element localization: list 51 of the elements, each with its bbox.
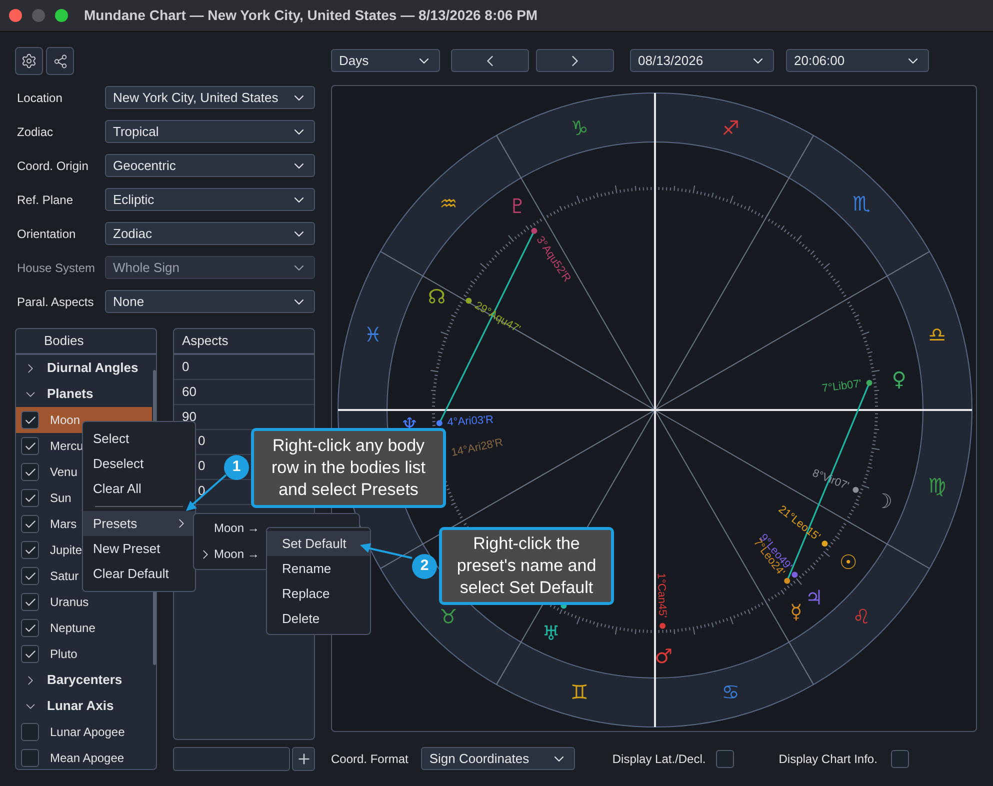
zodiac-sign-glyph: ♐ [722, 116, 740, 140]
zodiac-sign-glyph: ♎ [928, 322, 946, 346]
body-name: Satur [50, 568, 79, 585]
field-label: Ref. Plane [16, 192, 74, 208]
zodiac-sign-glyph: ♑ [570, 116, 588, 140]
body-name: Mars [50, 516, 77, 533]
field-label: Display Lat./Decl. [612, 750, 706, 768]
body-name: Lunar Apogee [50, 724, 125, 741]
zodiac-sign-glyph: ♋ [722, 680, 740, 704]
position-label: 4°Ari03'R [447, 414, 494, 429]
zodiac-sign-glyph: ♉ [440, 604, 458, 628]
position-label: 14°Ari28'R [450, 436, 504, 460]
body-name: Pluto [50, 646, 78, 663]
planet-glyph: ☊ [428, 284, 446, 308]
column-header: Bodies [16, 329, 156, 355]
field-label: Orientation [16, 226, 76, 242]
zodiac-sign-glyph: ♌ [852, 604, 870, 628]
zodiac-sign-glyph: ♓ [364, 322, 382, 346]
position-label: 7°Lib07' [821, 378, 862, 395]
planet-glyph: ☉ [839, 550, 858, 574]
callout: Right-click any body row in the bodies list and select Presets [251, 428, 446, 508]
window-title: Mundane Chart — New York City, United States — 8/13/2026 8:06 PM [84, 6, 538, 25]
planet-glyph: ♂ [654, 644, 673, 668]
body-name: Mean Apogee [50, 750, 124, 767]
zodiac-sign-glyph: ♊ [570, 680, 588, 704]
position-label: 1°Can45' [654, 572, 668, 618]
field-label: Zodiac [16, 124, 54, 140]
callout: Right-click the preset's name and select Set Default [439, 527, 614, 605]
planet-glyph: ♅ [542, 620, 560, 645]
planet-glyph: ☽ [874, 488, 893, 513]
body-name: Mercu [50, 438, 84, 455]
field-label: Coord. Format [331, 750, 408, 768]
zodiac-sign-glyph: ♍ [928, 474, 946, 498]
field-label: House System [16, 260, 96, 276]
planet-glyph: ♀ [892, 367, 906, 392]
field-label: Location [16, 90, 62, 106]
planet-glyph: ♇ [508, 194, 526, 218]
planet-glyph: ☿ [790, 600, 802, 624]
body-name: Neptune [50, 620, 96, 637]
body-name: Uranus [50, 594, 89, 611]
zodiac-sign-glyph: ♒ [440, 192, 458, 216]
body-name: Sun [50, 490, 72, 507]
column-header: Aspects [174, 329, 314, 355]
planet-glyph: ♃ [805, 586, 824, 610]
field-label: Coord. Origin [16, 158, 88, 174]
body-name: Moon [50, 412, 80, 429]
body-name: Jupite [50, 542, 82, 559]
field-label: Display Chart Info. [778, 750, 878, 768]
field-label: Paral. Aspects [16, 294, 94, 310]
body-name: Venu [50, 464, 78, 481]
zodiac-sign-glyph: ♏ [852, 192, 870, 216]
